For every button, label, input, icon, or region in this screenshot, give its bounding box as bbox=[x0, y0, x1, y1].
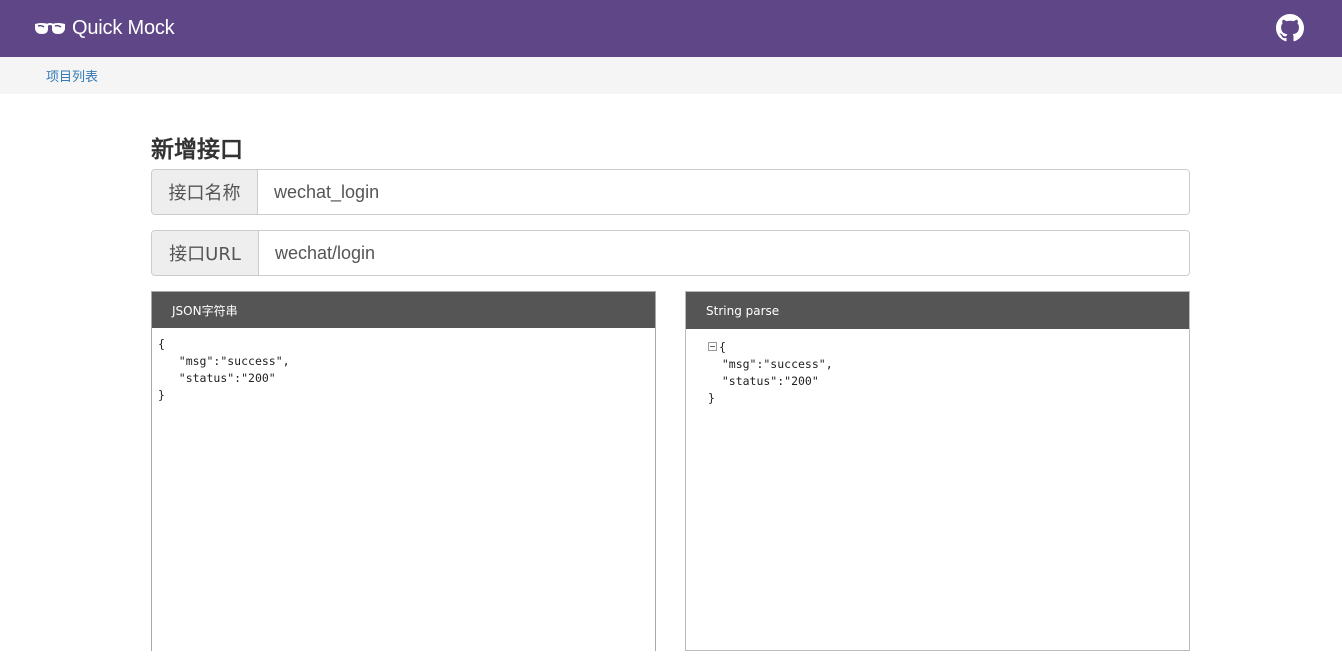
json-string-panel: JSON字符串 { "msg":"success", "status":"200… bbox=[151, 291, 656, 652]
github-icon[interactable] bbox=[1276, 14, 1304, 42]
api-name-group: 接口名称 bbox=[151, 169, 1190, 215]
brand-link[interactable]: Quick Mock bbox=[34, 17, 175, 40]
brand-name: Quick Mock bbox=[72, 17, 175, 39]
sunglasses-icon bbox=[34, 20, 66, 38]
json-tree-line-msg: "msg":"success", bbox=[708, 357, 833, 371]
api-url-input[interactable] bbox=[259, 231, 1189, 275]
collapse-toggle-icon[interactable] bbox=[708, 342, 717, 351]
close-brace: } bbox=[708, 391, 715, 405]
api-name-input[interactable] bbox=[258, 170, 1189, 214]
json-tree-root: { bbox=[708, 339, 1167, 356]
api-url-label: 接口URL bbox=[152, 231, 259, 275]
api-url-group: 接口URL bbox=[151, 230, 1190, 276]
api-name-label: 接口名称 bbox=[152, 170, 258, 214]
string-parse-panel: String parse { "msg":"success", "status"… bbox=[685, 291, 1190, 651]
project-list-link[interactable]: 项目列表 bbox=[46, 66, 98, 85]
json-string-editor[interactable]: { "msg":"success", "status":"200" } bbox=[152, 328, 655, 652]
json-string-header: JSON字符串 bbox=[152, 292, 655, 328]
string-parse-header: String parse bbox=[686, 292, 1189, 329]
page-title: 新增接口 bbox=[151, 137, 243, 163]
top-navbar: Quick Mock bbox=[0, 0, 1342, 57]
json-tree-line-status: "status":"200" bbox=[708, 374, 819, 388]
breadcrumb: 项目列表 bbox=[0, 57, 1342, 94]
open-brace: { bbox=[719, 340, 726, 354]
json-tree-viewer: { "msg":"success", "status":"200" } bbox=[686, 329, 1189, 417]
